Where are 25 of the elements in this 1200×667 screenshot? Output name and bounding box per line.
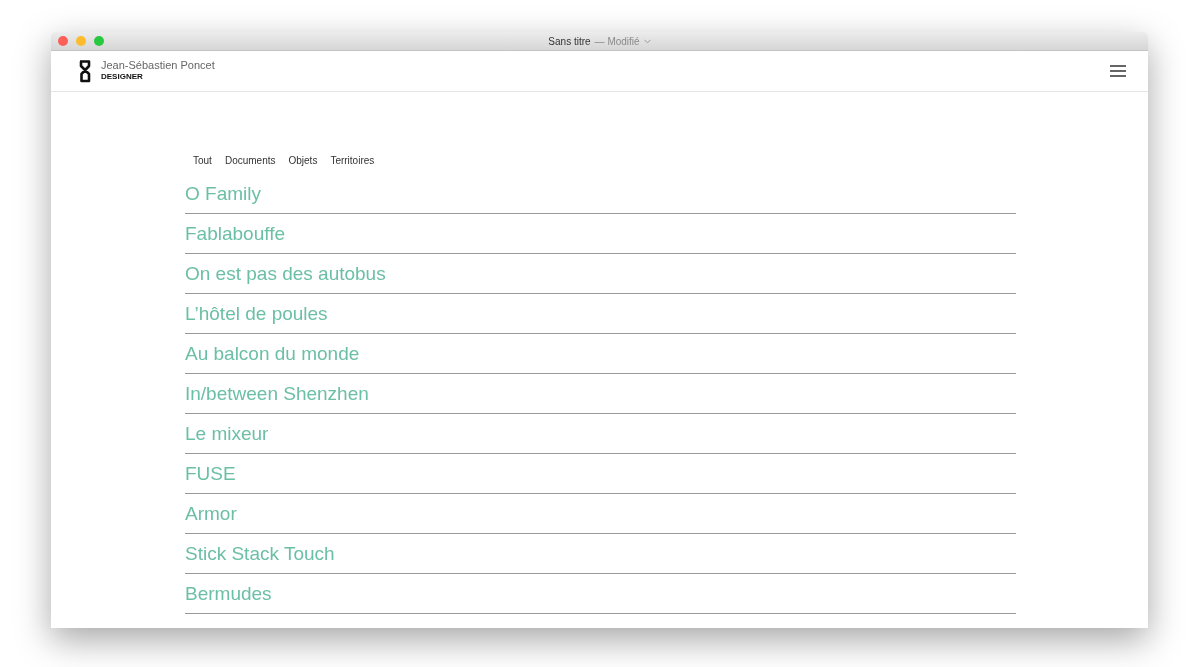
project-link[interactable]: FUSE [185, 454, 1016, 494]
project-link[interactable]: Au balcon du monde [185, 334, 1016, 374]
chevron-icon[interactable] [643, 38, 651, 44]
project-link[interactable]: Stick Stack Touch [185, 534, 1016, 574]
minimize-button[interactable] [76, 36, 86, 46]
project-link[interactable]: L’hôtel de poules [185, 294, 1016, 334]
project-link[interactable]: O Family [185, 174, 1016, 214]
project-link[interactable]: In/between Shenzhen [185, 374, 1016, 414]
project-link[interactable]: On est pas des autobus [185, 254, 1016, 294]
close-button[interactable] [58, 36, 68, 46]
designer-name[interactable]: Jean-Sébastien Poncet [101, 59, 215, 71]
filter-link[interactable]: Documents [224, 154, 276, 166]
designer-role: DESIGNER [101, 71, 144, 83]
project-link[interactable]: Bermudes [185, 574, 1016, 614]
filter-link[interactable]: Tout [193, 154, 212, 166]
project-link[interactable]: Le mixeur [185, 414, 1016, 454]
filter-link[interactable]: Objets [288, 154, 318, 166]
zoom-button[interactable] [94, 36, 104, 46]
project-link[interactable]: Fablabouffe [185, 214, 1016, 254]
window-title: Sans titre [548, 35, 591, 47]
filter-link[interactable]: Territoires [330, 154, 375, 166]
menu-icon[interactable] [1110, 65, 1126, 77]
project-link[interactable]: Armor [185, 494, 1016, 534]
document-status: — Modifié [594, 35, 640, 47]
logo-icon[interactable] [78, 59, 92, 83]
